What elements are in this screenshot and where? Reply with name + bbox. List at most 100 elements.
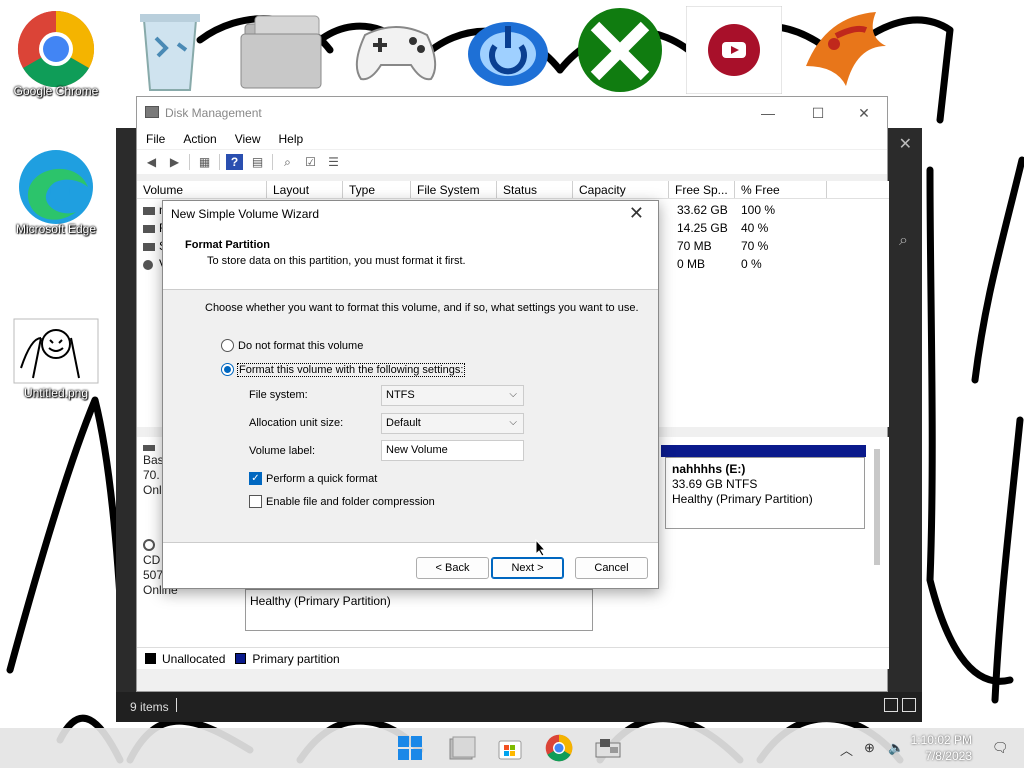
desktop-icon-untitled[interactable]: Untitled.png (8, 306, 104, 400)
folder-icon[interactable] (234, 6, 330, 94)
selected-value: NTFS (386, 389, 415, 401)
col-type[interactable]: Type (343, 181, 411, 198)
scrollbar[interactable] (874, 449, 880, 565)
chrome-icon[interactable] (543, 732, 575, 764)
close-icon[interactable]: ✕ (899, 134, 912, 154)
minimize-icon[interactable]: — (745, 101, 791, 125)
start-icon[interactable] (394, 732, 426, 764)
xbox-icon[interactable] (572, 6, 668, 94)
power-icon[interactable] (460, 6, 556, 94)
col-status[interactable]: Status (497, 181, 573, 198)
disk-management-icon (145, 106, 159, 118)
volume-icon[interactable]: 🔈 (888, 740, 904, 756)
toolbar: ◀ ▶ ▦ ? ▤ ⌕ ☑ ☰ (137, 150, 887, 174)
menu-action[interactable]: Action (174, 129, 225, 149)
store-icon[interactable] (494, 732, 526, 764)
percent-free: 40 % (741, 221, 769, 235)
volume-label-input[interactable]: New Volume (381, 440, 524, 461)
col-file-system[interactable]: File System (411, 181, 497, 198)
col-free-space[interactable]: Free Sp... (669, 181, 735, 198)
desktop-icon-edge[interactable]: Microsoft Edge (8, 142, 104, 236)
help-icon[interactable]: ? (226, 154, 243, 170)
volume-list-header: Volume Layout Type File System Status Ca… (137, 181, 889, 199)
tiles-view-icon[interactable] (902, 698, 916, 712)
free-space: 33.62 GB (677, 203, 728, 217)
back-button[interactable]: < Back (416, 557, 489, 579)
properties-icon[interactable]: ▦ (196, 154, 213, 170)
menu-bar: File Action View Help (137, 129, 887, 149)
cd-icon (143, 539, 155, 551)
connect-icon[interactable]: ⌕ (279, 154, 296, 170)
phoenix-icon[interactable] (796, 6, 892, 94)
title-bar: Disk Management — ☐ ✕ (137, 97, 887, 129)
divider (219, 154, 220, 170)
page-heading: Format Partition (185, 239, 270, 251)
radio-circle[interactable] (221, 339, 234, 352)
checkbox-unchecked[interactable] (249, 495, 262, 508)
free-space: 14.25 GB (677, 221, 728, 235)
col-capacity[interactable]: Capacity (573, 181, 669, 198)
partition-size: 33.69 GB NTFS (672, 477, 758, 491)
radio-label: Format this volume with the following se… (236, 362, 466, 377)
selected-value: Default (386, 417, 421, 429)
cd-partition[interactable]: Healthy (Primary Partition) (245, 589, 593, 631)
youtube-icon[interactable] (686, 6, 782, 94)
check-icon[interactable]: ☑ (302, 154, 319, 170)
radio-circle[interactable] (221, 363, 234, 376)
col-volume[interactable]: Volume (137, 181, 267, 198)
list-view-icon[interactable]: ▤ (249, 154, 266, 170)
back-arrow-icon[interactable]: ◀ (143, 154, 160, 170)
maximize-icon[interactable]: ☐ (795, 101, 841, 125)
next-button[interactable]: Next > (491, 557, 564, 579)
volume-icon (143, 225, 155, 233)
dialog-title: New Simple Volume Wizard (171, 207, 320, 221)
forward-arrow-icon[interactable]: ▶ (166, 154, 183, 170)
cancel-button[interactable]: Cancel (575, 557, 648, 579)
notifications-icon[interactable]: 🗨 (992, 740, 1009, 756)
chevron-down-icon: ⌵ (509, 417, 517, 428)
date: 7/8/2023 (925, 749, 972, 763)
col-layout[interactable]: Layout (267, 181, 343, 198)
search-icon[interactable]: ⌕ (899, 232, 908, 250)
menu-file[interactable]: File (137, 129, 174, 149)
details-view-icon[interactable] (884, 698, 898, 712)
view-toggles (884, 698, 916, 712)
disk-management-taskbar-icon[interactable] (592, 732, 624, 764)
checkbox-label: Enable file and folder compression (266, 495, 435, 508)
partition-name: nahhhhs (E:) (672, 462, 746, 476)
wizard-body: Choose whether you want to format this v… (163, 289, 658, 543)
radio-do-not-format[interactable]: Do not format this volume (221, 339, 363, 352)
edge-icon (11, 142, 101, 232)
radio-format-volume[interactable]: Format this volume with the following se… (221, 362, 466, 377)
partition-e[interactable]: nahhhhs (E:) 33.69 GB NTFS Healthy (Prim… (665, 457, 865, 529)
free-space: 70 MB (677, 239, 712, 253)
recycle-bin-icon[interactable] (122, 6, 218, 94)
unallocated-swatch (145, 653, 156, 664)
chevron-up-icon[interactable]: ︿ (840, 740, 853, 759)
game-controller-icon[interactable] (348, 6, 444, 94)
file-system-select[interactable]: NTFS ⌵ (381, 385, 524, 406)
desktop-icon-chrome[interactable]: Google Chrome (8, 4, 104, 98)
allocation-unit-select[interactable]: Default ⌵ (381, 413, 524, 434)
settings-list-icon[interactable]: ☰ (325, 154, 342, 170)
close-icon[interactable]: ✕ (629, 203, 644, 224)
quick-format-checkbox[interactable]: ✓ Perform a quick format (249, 472, 377, 485)
divider (272, 154, 273, 170)
legend-unallocated: Unallocated (162, 651, 226, 666)
new-simple-volume-wizard: New Simple Volume Wizard ✕ Format Partit… (162, 200, 659, 589)
divider (176, 698, 177, 712)
network-icon[interactable]: ⊕ (864, 740, 875, 756)
desktop-icon-label: Untitled.png (23, 386, 89, 400)
col-percent-free[interactable]: % Free (735, 181, 827, 198)
primary-swatch (235, 653, 247, 664)
file-explorer-icon[interactable] (446, 732, 478, 764)
menu-view[interactable]: View (226, 129, 270, 149)
menu-help[interactable]: Help (270, 129, 313, 149)
compression-checkbox[interactable]: Enable file and folder compression (249, 495, 435, 508)
file-system-label: File system: (249, 389, 308, 401)
checkbox-checked[interactable]: ✓ (249, 472, 262, 485)
clock[interactable]: 1:10:02 PM 7/8/2023 (911, 732, 972, 764)
close-icon[interactable]: ✕ (841, 101, 887, 125)
allocation-unit-label: Allocation unit size: (249, 417, 344, 429)
legend-primary: Primary partition (252, 651, 340, 666)
